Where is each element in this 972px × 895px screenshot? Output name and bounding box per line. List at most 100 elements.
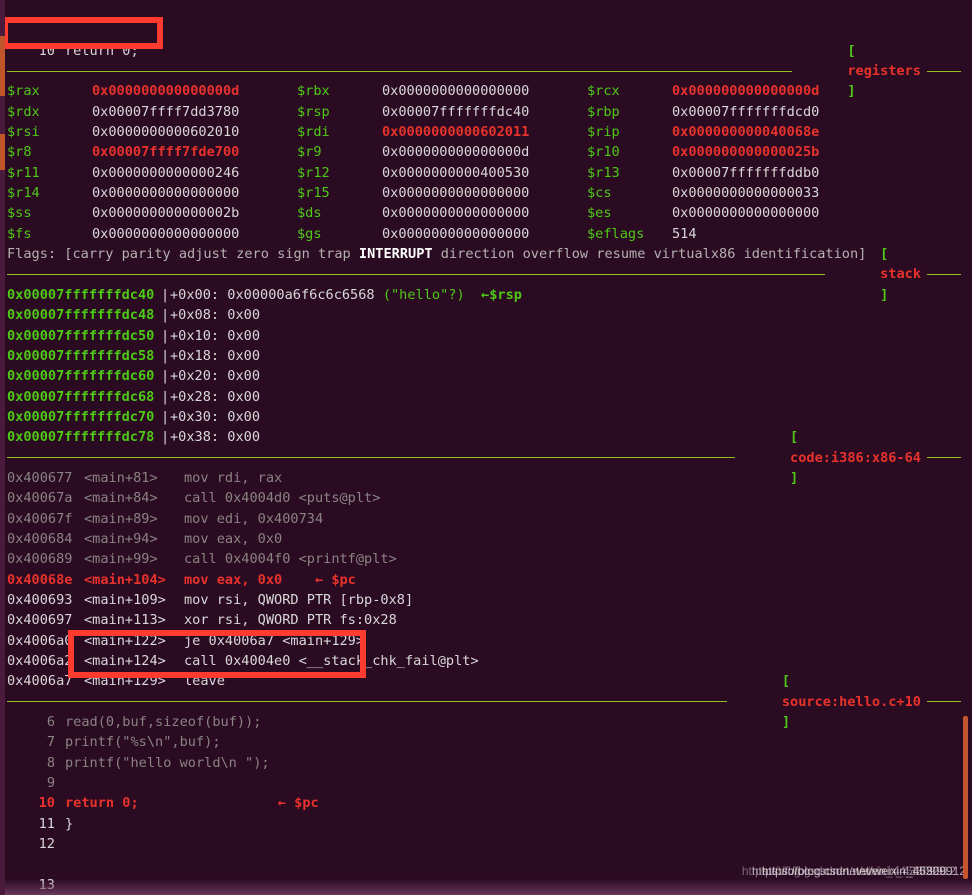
scrollbar-thumb[interactable] xyxy=(963,716,968,879)
eflags-prefix: Flags: [carry parity adjust zero sign tr… xyxy=(7,246,359,263)
instruction-text: xor rsi, QWORD PTR fs:0x28 xyxy=(184,612,397,629)
register-name: $rbp xyxy=(587,103,620,120)
source-line-text xyxy=(55,834,961,854)
register-value: 0x00007ffff7fde700 xyxy=(92,144,240,161)
stack-row-body: +0x18: 0x00 xyxy=(170,346,961,366)
register-value: 0x00007ffff7dd3780 xyxy=(92,103,240,120)
instruction-symbol: <main+122> xyxy=(84,632,166,649)
register-name: $rbx xyxy=(297,83,330,100)
register-name: $rdx xyxy=(7,103,40,120)
bracket-open-icon: [ xyxy=(880,246,889,263)
terminal-scrollbar[interactable] xyxy=(962,0,972,895)
register-value: 0x0000000000000033 xyxy=(672,185,820,202)
bracket-open-icon: [ xyxy=(781,673,791,690)
instruction-symbol: <main+84> xyxy=(84,490,158,507)
register-value: 0x0000000000000000 xyxy=(672,205,820,222)
stack-offset: +0x18: xyxy=(170,347,220,364)
section-label-stack: stack xyxy=(880,266,921,283)
stack-value: 0x00 xyxy=(227,347,261,364)
source-line-number: 9 xyxy=(46,775,55,792)
instruction-text: je 0x4006a7 <main+129> xyxy=(184,632,365,649)
source-line-number: 12 xyxy=(38,836,55,853)
stack-row: 0x00007fffffffdc48 | +0x08: 0x00 xyxy=(7,305,961,325)
register-value: 0x000000000000002b xyxy=(92,205,240,222)
register-name: $r13 xyxy=(587,164,620,181)
stack-row: 0x00007fffffffdc60 | +0x20: 0x00 xyxy=(7,366,961,386)
window-left-edge-accent-secondary xyxy=(0,134,5,170)
register-row: $r14 0x0000000000000000 $r15 0x000000000… xyxy=(7,183,961,203)
stack-value: 0x00 xyxy=(227,429,261,446)
eflags-suffix: direction overflow resume virtualx86 ide… xyxy=(432,246,867,263)
register-name: $es xyxy=(587,205,612,222)
register-row: $rsi 0x0000000000602010 $rdi 0x000000000… xyxy=(7,122,961,142)
section-label-registers: registers xyxy=(847,63,921,80)
stack-pointer-marker: ←$rsp xyxy=(481,286,522,303)
register-name: $eflags xyxy=(587,225,645,242)
stack-string-hint: ("hello"?) xyxy=(382,286,465,303)
stack-address: 0x00007fffffffdc60 xyxy=(7,368,155,385)
bracket-open-icon: [ xyxy=(847,42,856,59)
stack-offset: +0x28: xyxy=(170,388,220,405)
stack-address: 0x00007fffffffdc48 xyxy=(7,307,155,324)
register-name: $fs xyxy=(7,225,32,242)
register-name: $r15 xyxy=(297,185,330,202)
register-value: 0x0000000000000246 xyxy=(92,164,240,181)
disassembly-row: 0x400693 <main+109> mov rsi, QWORD PTR [… xyxy=(7,590,961,610)
stack-value: 0x00 xyxy=(227,388,261,405)
disassembly-row-current: 0x40068e <main+104> mov eax, 0x0 ← $pc xyxy=(7,570,961,590)
instruction-address: 0x400689 xyxy=(7,551,73,568)
register-name: $rdi xyxy=(297,124,330,141)
source-row: 9 xyxy=(7,773,961,793)
bracket-close-icon: ] xyxy=(847,83,856,100)
stack-offset: +0x38: xyxy=(170,429,220,446)
eflags-active-flag: INTERRUPT xyxy=(358,246,433,263)
instruction-symbol: <main+89> xyxy=(84,510,158,527)
stack-value: 0x00 xyxy=(227,408,261,425)
register-name: $rip xyxy=(587,124,620,141)
source-row-current: 10 return 0; ← $pc xyxy=(7,793,961,813)
stack-address: 0x00007fffffffdc40 xyxy=(7,286,155,303)
section-label-source: source:hello.c+10 xyxy=(781,693,921,710)
instruction-address: 0x400677 xyxy=(7,469,73,486)
stack-row: 0x00007fffffffdc40 | +0x00: 0x00000a6f6c… xyxy=(7,285,961,305)
instruction-address: 0x40068e xyxy=(7,571,73,588)
register-value: 0x000000000000000d xyxy=(92,83,240,100)
instruction-text: call 0x4004f0 <printf@plt> xyxy=(184,551,397,568)
stack-divider: | xyxy=(161,327,170,344)
window-left-edge-accent xyxy=(0,36,5,96)
register-name: $r8 xyxy=(7,144,32,161)
register-value: 0x000000000040068e xyxy=(672,124,820,141)
register-value: 0x0000000000400530 xyxy=(382,164,530,181)
source-line-number: 7 xyxy=(46,734,55,751)
source-line-text: printf("hello world\n "); xyxy=(65,754,270,771)
register-value: 0x0000000000000000 xyxy=(92,225,240,242)
stack-address: 0x00007fffffffdc78 xyxy=(7,429,155,446)
register-value: 0x0000000000602010 xyxy=(92,124,240,141)
pager-prompt[interactable]: ---Type <return> to continue, or q <retu… xyxy=(7,854,961,874)
pre-source-line-number: 10 xyxy=(38,42,55,59)
disassembly-row: 0x400689 <main+99> call 0x4004f0 <printf… xyxy=(7,549,961,569)
section-header-stack: [ stack ] xyxy=(7,246,961,303)
stack-row-body: +0x10: 0x00 xyxy=(170,326,961,346)
stack-offset: +0x08: xyxy=(170,307,220,324)
stack-divider: | xyxy=(161,429,170,446)
instruction-address: 0x40067f xyxy=(7,510,73,527)
register-name: $rsp xyxy=(297,103,330,120)
register-name: $rax xyxy=(7,83,40,100)
stack-row: 0x00007fffffffdc58 | +0x18: 0x00 xyxy=(7,346,961,366)
register-name: $ss xyxy=(7,205,32,222)
stack-offset: +0x00: xyxy=(170,286,220,303)
register-name: $r11 xyxy=(7,164,40,181)
source-line-number: 10 xyxy=(38,795,55,812)
terminal-command-echo: gef➤ n xyxy=(7,0,961,20)
stack-divider: | xyxy=(161,307,170,324)
instruction-symbol: <main+104> xyxy=(84,571,166,588)
register-row: $r11 0x0000000000000246 $r12 0x000000000… xyxy=(7,163,961,183)
instruction-text: mov edi, 0x400734 xyxy=(184,510,324,527)
section-label-code: code:i386:x86-64 xyxy=(790,449,921,466)
stack-value: 0x00 xyxy=(227,307,261,324)
gdb-gef-terminal[interactable]: gef➤ n hello world 10 return 0; [ regist… xyxy=(5,0,963,895)
source-line-number: 6 xyxy=(46,714,55,731)
instruction-address: 0x4006a2 xyxy=(7,653,73,669)
register-value: 0x0000000000000000 xyxy=(382,225,530,242)
